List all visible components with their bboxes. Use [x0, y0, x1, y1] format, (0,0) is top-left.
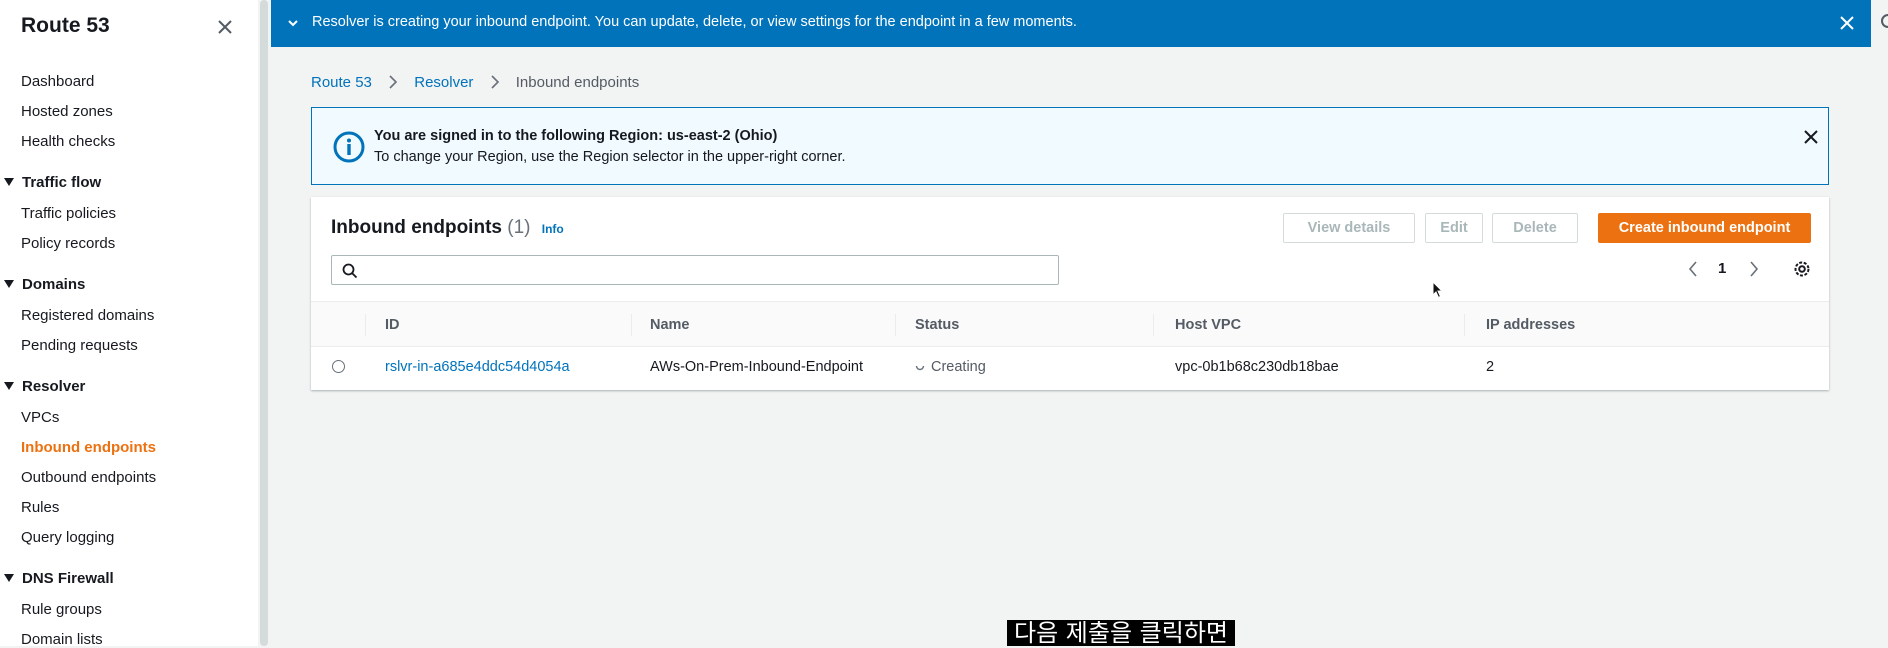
chevron-right-icon	[389, 75, 398, 89]
inbound-endpoints-panel: Inbound endpoints (1) Info View details …	[311, 197, 1829, 390]
endpoint-ip-addresses: 2	[1486, 359, 1495, 375]
status-text: Creating	[931, 359, 986, 375]
column-header-name[interactable]: Name	[650, 317, 690, 333]
panel-count: (1)	[507, 217, 531, 238]
view-details-button[interactable]: View details	[1283, 213, 1415, 243]
sidebar-title: Route 53	[21, 14, 110, 37]
sidebar-item-outbound-endpoints[interactable]: Outbound endpoints	[21, 469, 156, 486]
breadcrumb-route53[interactable]: Route 53	[311, 74, 372, 91]
endpoint-id-link[interactable]: rslvr-in-a685e4ddc54d4054a	[385, 359, 570, 375]
sidebar-item-inbound-endpoints[interactable]: Inbound endpoints	[21, 439, 156, 456]
column-divider	[895, 314, 896, 336]
sidebar: Route 53 Dashboard Hosted zones Health c…	[0, 0, 258, 648]
mouse-cursor-icon	[1432, 281, 1444, 299]
refresh-icon[interactable]	[1878, 10, 1888, 32]
sidebar-item-pending-requests[interactable]: Pending requests	[21, 337, 138, 354]
sidebar-item-policy-records[interactable]: Policy records	[21, 235, 115, 252]
panel-title: Inbound endpoints (1) Info	[331, 217, 564, 239]
sidebar-scrollbar-thumb[interactable]	[260, 0, 268, 646]
sidebar-item-hosted-zones[interactable]: Hosted zones	[21, 103, 113, 120]
table-row[interactable]: rslvr-in-a685e4ddc54d4054a AWs-On-Prem-I…	[311, 347, 1829, 390]
chevron-left-icon[interactable]	[1686, 258, 1700, 280]
table-header: ID Name Status Host VPC IP addresses	[311, 301, 1829, 347]
sidebar-item-dashboard[interactable]: Dashboard	[21, 73, 94, 90]
search-box[interactable]	[331, 255, 1059, 285]
column-divider	[1153, 314, 1154, 336]
close-icon[interactable]	[1836, 12, 1858, 34]
endpoint-name: AWs-On-Prem-Inbound-Endpoint	[650, 359, 864, 375]
sidebar-group-traffic-flow[interactable]: Traffic flow	[4, 174, 101, 191]
sidebar-item-vpcs[interactable]: VPCs	[21, 409, 59, 426]
alert-body: To change your Region, use the Region se…	[374, 149, 846, 165]
column-divider	[365, 314, 366, 336]
sidebar-item-health-checks[interactable]: Health checks	[21, 133, 115, 150]
sidebar-item-rules[interactable]: Rules	[21, 499, 59, 516]
close-icon[interactable]	[1800, 126, 1822, 148]
sidebar-item-query-logging[interactable]: Query logging	[21, 529, 114, 546]
sidebar-group-domains[interactable]: Domains	[4, 276, 85, 293]
sidebar-group-dns-firewall[interactable]: DNS Firewall	[4, 570, 114, 587]
gear-icon[interactable]	[1792, 259, 1812, 279]
sidebar-group-label: Resolver	[22, 378, 86, 395]
column-header-id[interactable]: ID	[385, 317, 400, 333]
endpoint-status: Creating	[915, 359, 986, 375]
loading-spinner-icon	[915, 366, 925, 371]
pagination-current-page[interactable]: 1	[1718, 260, 1726, 277]
sidebar-group-label: DNS Firewall	[22, 570, 114, 587]
breadcrumb-resolver[interactable]: Resolver	[414, 74, 473, 91]
info-link[interactable]: Info	[542, 222, 564, 236]
column-header-ip-addresses[interactable]: IP addresses	[1486, 317, 1575, 333]
caret-down-icon	[4, 178, 14, 187]
edit-button[interactable]: Edit	[1425, 213, 1483, 243]
delete-button[interactable]: Delete	[1492, 213, 1578, 243]
column-divider	[1464, 314, 1465, 336]
panel-title-text: Inbound endpoints	[331, 217, 502, 238]
search-input[interactable]	[366, 259, 1050, 283]
sidebar-item-rule-groups[interactable]: Rule groups	[21, 601, 102, 618]
chevron-right-icon	[491, 75, 499, 89]
info-icon	[333, 131, 365, 163]
flash-notification: Resolver is creating your inbound endpoi…	[271, 0, 1871, 47]
chevron-down-icon[interactable]	[286, 16, 300, 30]
column-divider	[631, 314, 632, 336]
breadcrumb: Route 53 Resolver Inbound endpoints	[311, 74, 639, 91]
create-inbound-endpoint-button[interactable]: Create inbound endpoint	[1598, 213, 1811, 243]
sidebar-group-label: Traffic flow	[22, 174, 102, 191]
search-icon	[342, 263, 358, 279]
alert-title: You are signed in to the following Regio…	[374, 128, 778, 144]
caret-down-icon	[4, 280, 14, 289]
caret-down-icon	[4, 574, 14, 583]
row-select-radio[interactable]	[332, 360, 345, 373]
endpoint-host-vpc: vpc-0b1b68c230db18bae	[1175, 359, 1339, 375]
sidebar-item-registered-domains[interactable]: Registered domains	[21, 307, 154, 324]
sidebar-item-domain-lists[interactable]: Domain lists	[21, 631, 103, 648]
column-header-host-vpc[interactable]: Host VPC	[1175, 317, 1241, 333]
column-header-status[interactable]: Status	[915, 317, 959, 333]
flash-message: Resolver is creating your inbound endpoi…	[312, 14, 1077, 30]
breadcrumb-current: Inbound endpoints	[515, 74, 640, 91]
sidebar-item-traffic-policies[interactable]: Traffic policies	[21, 205, 116, 222]
caret-down-icon	[4, 382, 14, 391]
chevron-right-icon[interactable]	[1747, 258, 1761, 280]
close-icon[interactable]	[214, 16, 236, 38]
region-info-alert: You are signed in to the following Regio…	[311, 107, 1829, 185]
sidebar-group-label: Domains	[22, 276, 86, 293]
video-subtitle-caption: 다음 제출을 클릭하면	[1007, 620, 1235, 646]
sidebar-group-resolver[interactable]: Resolver	[4, 378, 85, 395]
